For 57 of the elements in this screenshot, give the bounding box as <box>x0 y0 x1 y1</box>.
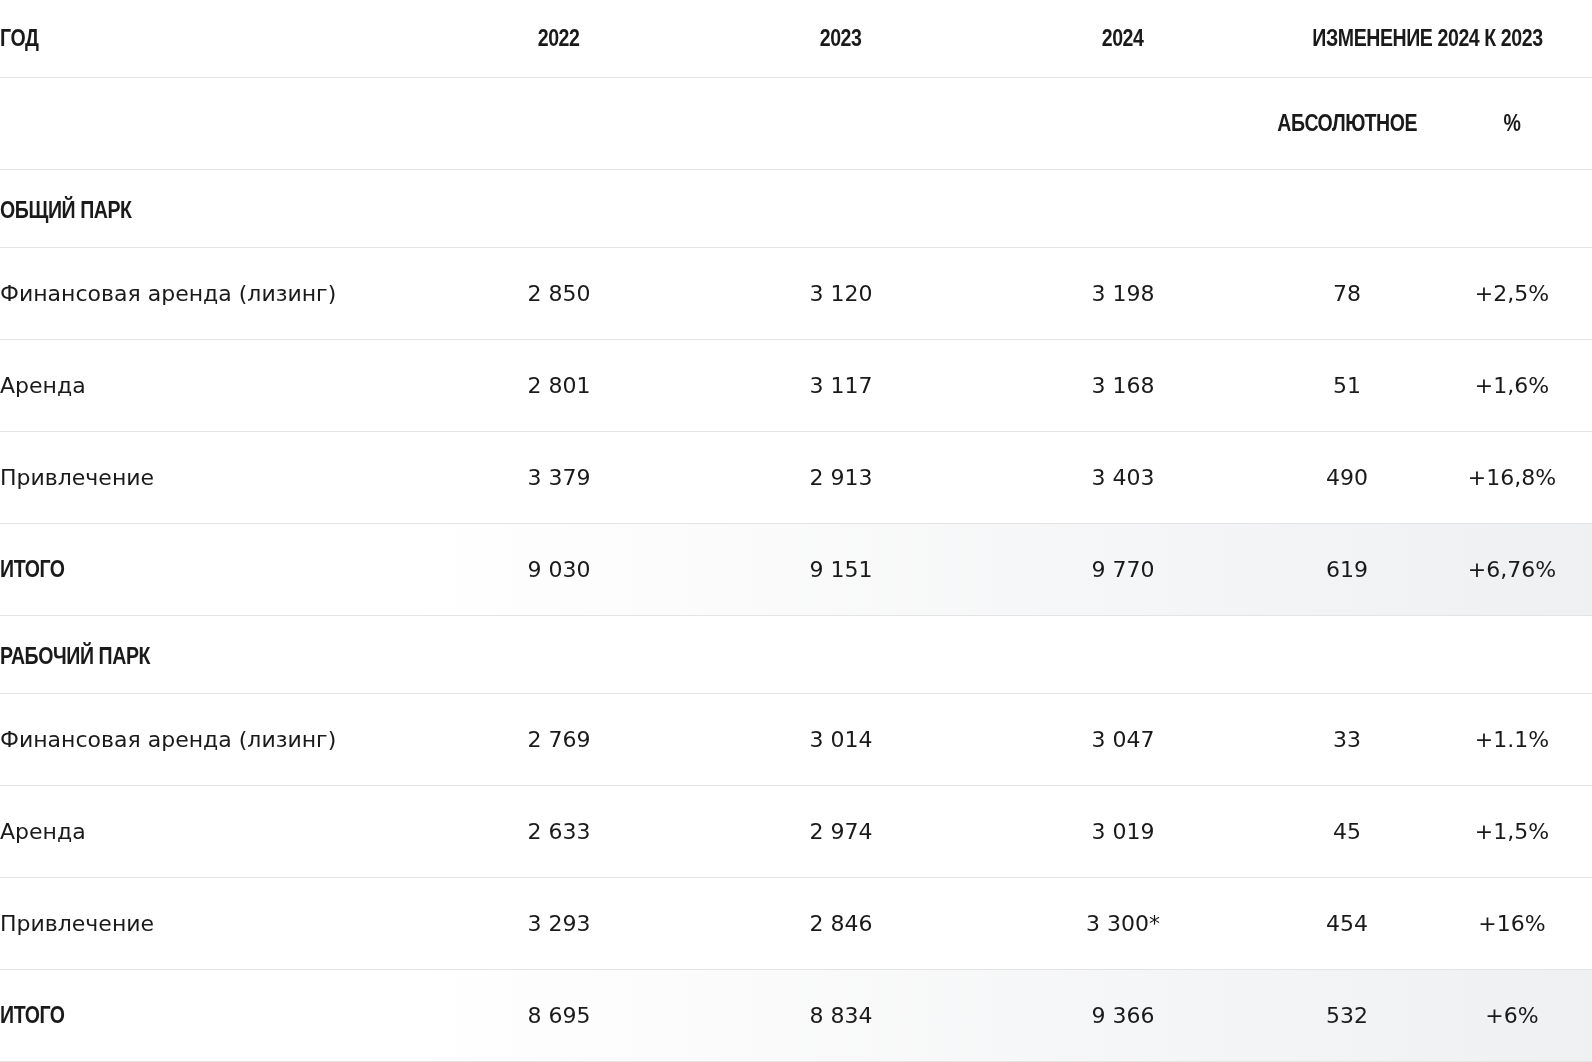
table-cell: +1.1% <box>1474 727 1550 752</box>
table-cell: 2 913 <box>809 465 873 490</box>
table-cell: 2 850 <box>527 281 591 306</box>
table-cell: 2 769 <box>527 727 591 752</box>
table-cell: 9 770 <box>1091 557 1155 582</box>
row-label: Финансовая аренда (лизинг) <box>0 727 337 752</box>
section-title: РАБОЧИЙ ПАРК <box>0 643 150 670</box>
table-cell: 3 300* <box>1086 911 1160 936</box>
table-cell: 454 <box>1326 911 1368 936</box>
section-title: ОБЩИЙ ПАРК <box>0 197 132 224</box>
table-cell: 9 151 <box>809 557 873 582</box>
column-header: ИЗМЕНЕНИЕ 2024 К 2023 <box>1311 25 1543 52</box>
table-cell: 2 846 <box>809 911 873 936</box>
row-label: Аренда <box>0 373 86 398</box>
table-cell: 3 198 <box>1091 281 1155 306</box>
table-cell: +16,8% <box>1467 465 1557 490</box>
table-cell: 2 633 <box>527 819 591 844</box>
table-cell: 9 366 <box>1091 1003 1155 1028</box>
table-cell: 3 293 <box>527 911 591 936</box>
table-cell: 8 695 <box>527 1003 591 1028</box>
table-cell: +1,6% <box>1474 373 1550 398</box>
table-cell: 532 <box>1326 1003 1368 1028</box>
table-cell: +6% <box>1485 1003 1539 1028</box>
row-label: ИТОГО <box>0 556 65 583</box>
table-cell: 2 974 <box>809 819 873 844</box>
row-label: Привлечение <box>0 465 155 490</box>
column-header: 2022 <box>538 25 580 52</box>
table-cell: +16% <box>1478 911 1546 936</box>
table-cell: 3 403 <box>1091 465 1155 490</box>
column-header: ГОД <box>0 25 39 52</box>
row-label: Финансовая аренда (лизинг) <box>0 281 337 306</box>
row-label: Привлечение <box>0 911 155 936</box>
table-cell: 3 120 <box>809 281 873 306</box>
table-cell: 3 117 <box>809 373 873 398</box>
row-label: ИТОГО <box>0 1002 65 1029</box>
table-cell: 45 <box>1333 819 1361 844</box>
table-cell: 3 379 <box>527 465 591 490</box>
table-cell: +1,5% <box>1474 819 1550 844</box>
table-cell: 619 <box>1326 557 1368 582</box>
table-cell: 78 <box>1333 281 1361 306</box>
table-cell: 51 <box>1333 373 1361 398</box>
table-cell: +2,5% <box>1474 281 1550 306</box>
table-cell: 2 801 <box>527 373 591 398</box>
table-cell: 3 047 <box>1091 727 1155 752</box>
table-cell: 3 019 <box>1091 819 1155 844</box>
column-header: % <box>1503 110 1521 137</box>
table-cell: 8 834 <box>809 1003 873 1028</box>
column-header: 2024 <box>1102 25 1144 52</box>
column-header: АБСОЛЮТНОЕ <box>1277 110 1417 137</box>
table-cell: +6,76% <box>1467 557 1557 582</box>
table-cell: 490 <box>1326 465 1368 490</box>
table-cell: 3 168 <box>1091 373 1155 398</box>
table-cell: 9 030 <box>527 557 591 582</box>
table-cell: 3 014 <box>809 727 873 752</box>
row-label: Аренда <box>0 819 86 844</box>
column-header: 2023 <box>820 25 862 52</box>
table-cell: 33 <box>1333 727 1361 752</box>
